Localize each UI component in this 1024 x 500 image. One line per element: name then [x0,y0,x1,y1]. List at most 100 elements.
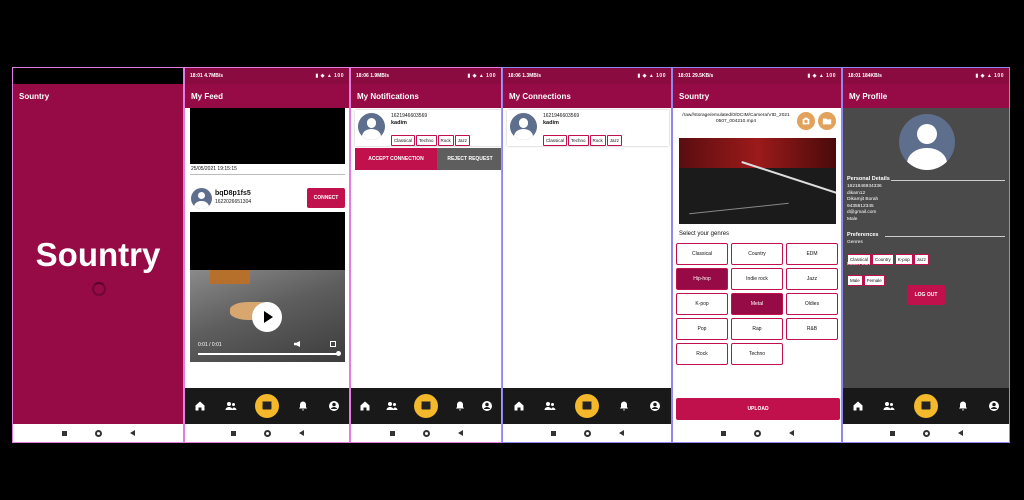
user-avatar[interactable] [510,113,537,140]
home-system-icon[interactable] [94,429,102,437]
genre-option[interactable]: Classical [676,243,728,265]
home-icon[interactable] [359,400,371,412]
genre-chip: Classical [391,135,416,146]
genre-option[interactable]: R&B [786,318,838,340]
back-icon[interactable] [298,430,304,436]
account-icon[interactable] [481,400,493,412]
notifications-screen: 18:06 1.9MB/s ▮ ◆ ▲ 100 My Notifications… [350,67,502,443]
divider [885,236,1005,237]
genre-option[interactable]: Rock [676,343,728,365]
user-phone: 1621946603569 [391,113,428,119]
status-icons: ▮ ◆ ▲ 100 [637,73,666,79]
genre-option[interactable]: Hip-hop [676,268,728,290]
status-time: 18:01 [678,73,691,79]
home-system-icon[interactable] [263,429,271,437]
page-title: My Connections [509,91,571,101]
account-icon[interactable] [988,400,1000,412]
genre-option[interactable]: Metal [731,293,783,315]
account-icon[interactable] [328,400,340,412]
status-time: 18:01 [190,73,203,79]
bell-icon[interactable] [297,400,309,412]
home-system-icon[interactable] [922,429,930,437]
recents-icon[interactable] [720,430,726,436]
app-title: Sountry [19,91,50,101]
back-icon[interactable] [129,430,135,436]
play-button[interactable] [252,302,282,332]
genre-option[interactable]: Country [731,243,783,265]
genre-option[interactable]: Techno [731,343,783,365]
video-player[interactable]: 0:01 / 0:01 [190,212,345,362]
feed-screen: 18:01 4.7MB/s ▮ ◆ ▲ 100 My Feed 25/05/20… [184,67,350,443]
back-icon[interactable] [618,430,624,436]
status-speed: 1.9MB/s [370,73,390,79]
video-top-black [190,108,345,164]
recents-icon[interactable] [230,430,236,436]
people-icon[interactable] [225,400,237,412]
recents-icon[interactable] [550,430,556,436]
bottom-nav [843,388,1009,424]
status-icons: ▮ ◆ ▲ 100 [807,73,836,79]
genre-option[interactable]: Pop [676,318,728,340]
genre-option[interactable]: EDM [786,243,838,265]
status-bar: 18:01 4.7MB/s ▮ ◆ ▲ 100 [185,68,349,84]
upload-button[interactable] [413,394,438,418]
genre-option[interactable]: K-pop [676,293,728,315]
user-avatar[interactable] [191,188,212,209]
status-speed: 1.3MB/s [522,73,542,79]
people-icon[interactable] [386,400,398,412]
user-avatar[interactable] [358,113,385,140]
video-preview[interactable] [679,138,836,224]
accept-connection-button[interactable]: ACCEPT CONNECTION [355,148,437,170]
genre-chip: Rock [437,135,454,146]
recents-icon[interactable] [389,430,395,436]
upload-button[interactable] [254,394,279,418]
connect-button[interactable]: CONNECT [307,188,345,208]
seekbar-thumb[interactable] [336,351,341,356]
genre-chip: K-pop [894,254,913,265]
status-bar: 18:06 1.9MB/s ▮ ◆ ▲ 100 [351,68,501,84]
camera-button[interactable] [797,112,815,130]
bell-icon[interactable] [454,400,466,412]
match-chip: Male [847,275,863,286]
bell-icon[interactable] [957,400,969,412]
genre-option[interactable]: Jazz [786,268,838,290]
recents-icon[interactable] [889,430,895,436]
account-icon[interactable] [649,400,661,412]
reject-request-button[interactable]: REJECT REQUEST [437,148,501,170]
keyboard-red-glow [679,138,836,168]
match-chip: Female [863,275,885,286]
connection-card[interactable]: 1621946603569 kadim Classical Techno Rock J… [507,110,669,146]
home-icon[interactable] [194,400,206,412]
upload-submit-button[interactable]: UPLOAD [676,398,840,420]
video-seekbar[interactable] [198,353,338,355]
user-phone: 1621946603569 [543,113,580,119]
back-icon[interactable] [957,430,963,436]
bottom-nav [351,388,501,424]
gallery-button[interactable] [818,112,836,130]
detail-id: 1621846934336 [847,184,882,189]
fullscreen-icon[interactable] [330,341,336,347]
back-icon[interactable] [457,430,463,436]
upload-button[interactable] [913,394,938,418]
bell-icon[interactable] [618,400,630,412]
home-system-icon[interactable] [583,429,591,437]
home-system-icon[interactable] [422,429,430,437]
people-icon[interactable] [544,400,556,412]
logout-button[interactable]: LOG OUT [907,285,945,305]
app-bar: Sountry [673,84,841,108]
home-icon[interactable] [513,400,525,412]
genre-option[interactable]: Rap [731,318,783,340]
home-icon[interactable] [852,400,864,412]
home-system-icon[interactable] [753,429,761,437]
upload-button[interactable] [574,394,599,418]
genre-option[interactable]: Indie rock [731,268,783,290]
profile-avatar[interactable] [899,114,955,170]
detail-full-name: Dikamjit Borah [847,197,879,202]
page-title: My Profile [849,91,888,101]
people-icon[interactable] [883,400,895,412]
recents-icon[interactable] [61,430,67,436]
genre-option[interactable]: Oldies [786,293,838,315]
back-icon[interactable] [788,430,794,436]
status-icons: ▮ ◆ ▲ 100 [467,73,496,79]
loading-spinner-icon [92,282,106,296]
